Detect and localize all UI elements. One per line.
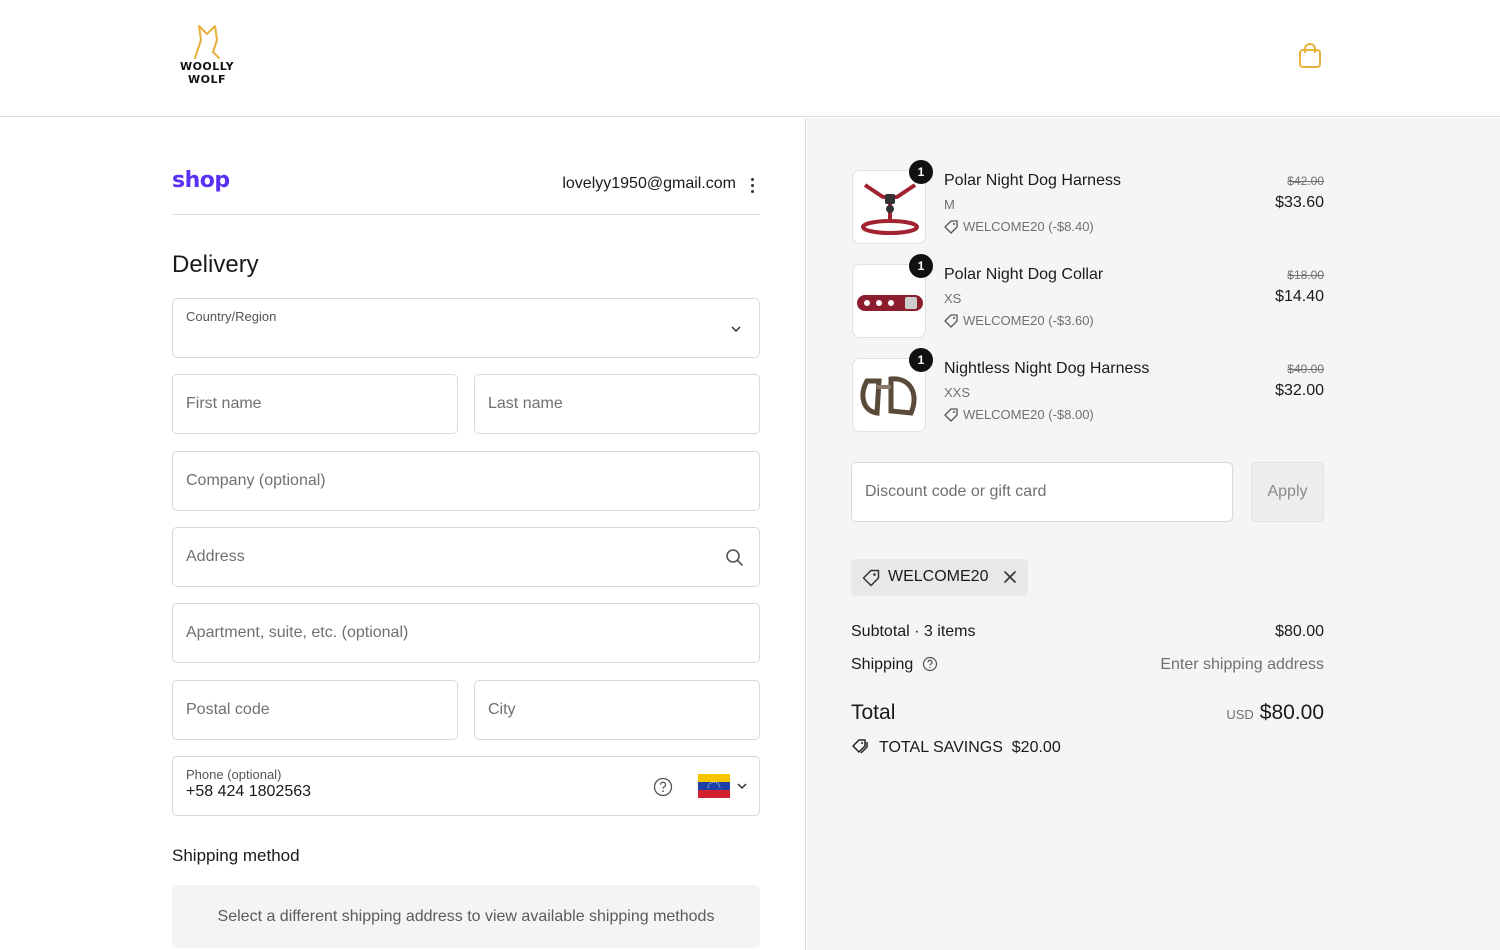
quantity-badge: 1 — [909, 254, 933, 278]
apply-button[interactable]: Apply — [1251, 462, 1324, 522]
shop-pay-logo[interactable]: shop — [172, 168, 230, 193]
item-name: Polar Night Dog Harness — [944, 172, 1121, 189]
item-discount-text: WELCOME20 (-$3.60) — [963, 313, 1094, 328]
shipping-label-wrap: Shipping — [851, 656, 938, 674]
total-savings: TOTAL SAVINGS $20.00 — [851, 738, 1061, 757]
phone-field[interactable]: Phone (optional) +58 424 1802563 — [172, 756, 760, 816]
original-price: $18.00 — [1287, 268, 1324, 282]
last-name-field[interactable]: Last name — [474, 374, 760, 434]
venezuela-flag-icon — [698, 774, 730, 798]
total-amount: USD $80.00 — [1226, 701, 1324, 725]
subtotal-value: $80.00 — [1275, 623, 1324, 640]
remove-discount-icon[interactable] — [1003, 570, 1017, 584]
chevron-down-icon — [731, 326, 741, 333]
total-label: Total — [851, 701, 896, 724]
item-price: $14.40 — [1275, 288, 1324, 305]
cart-item: 1 Polar Night Dog Harness M WELCOME20 (-… — [852, 160, 1324, 250]
discount-code-placeholder: Discount code or gift card — [865, 483, 1047, 500]
country-region-select[interactable]: Country/Region — [172, 298, 760, 358]
cart-item: 1 Polar Night Dog Collar XS WELCOME20 (-… — [852, 254, 1324, 344]
item-variant: XXS — [944, 385, 971, 400]
item-discount: WELCOME20 (-$8.00) — [944, 407, 1094, 422]
item-discount-text: WELCOME20 (-$8.40) — [963, 219, 1094, 234]
product-thumbnail: 1 — [852, 348, 933, 432]
tag-icon — [944, 220, 958, 234]
wolf-logo-icon — [194, 25, 220, 59]
quantity-badge: 1 — [909, 160, 933, 184]
first-name-field[interactable]: First name — [172, 374, 458, 434]
order-summary-column: 1 Polar Night Dog Harness M WELCOME20 (-… — [807, 118, 1500, 950]
postal-code-field[interactable]: Postal code — [172, 680, 458, 740]
shop-pay-bar: shop lovelyy1950@gmail.com — [172, 168, 760, 215]
item-price: $33.60 — [1275, 194, 1324, 211]
tag-icon — [944, 314, 958, 328]
total-currency: USD — [1226, 707, 1254, 722]
help-circle-icon[interactable] — [653, 777, 673, 797]
logo-text-line1: WOOLLY — [179, 60, 235, 73]
account-email: lovelyy1950@gmail.com — [562, 175, 736, 192]
country-region-label: Country/Region — [186, 309, 277, 324]
product-thumbnail: 1 — [852, 254, 933, 338]
phone-country-select[interactable] — [698, 774, 750, 800]
phone-label: Phone (optional) — [186, 767, 282, 782]
delivery-heading: Delivery — [172, 251, 259, 278]
item-name: Nightless Night Dog Harness — [944, 360, 1150, 377]
tag-icon — [862, 569, 880, 587]
store-logo[interactable]: WOOLLY WOLF — [178, 22, 236, 92]
search-icon — [726, 549, 743, 566]
address-placeholder: Address — [186, 548, 245, 565]
item-discount-text: WELCOME20 (-$8.00) — [963, 407, 1094, 422]
discount-code-input[interactable]: Discount code or gift card — [851, 462, 1233, 522]
apartment-placeholder: Apartment, suite, etc. (optional) — [186, 624, 409, 641]
product-thumbnail: 1 — [852, 160, 933, 244]
last-name-placeholder: Last name — [488, 395, 563, 412]
item-discount: WELCOME20 (-$8.40) — [944, 219, 1094, 234]
shipping-method-notice: Select a different shipping address to v… — [172, 885, 760, 948]
shipping-label: Shipping — [851, 656, 914, 673]
applied-discount-chip: WELCOME20 — [851, 559, 1028, 596]
more-options-icon[interactable] — [746, 176, 758, 194]
savings-label: TOTAL SAVINGS — [879, 739, 1003, 756]
logo-text-line2: WOLF — [187, 73, 226, 86]
company-field[interactable]: Company (optional) — [172, 451, 760, 511]
tag-icon — [944, 408, 958, 422]
item-price: $32.00 — [1275, 382, 1324, 399]
savings-value: $20.00 — [1011, 739, 1061, 756]
address-field[interactable]: Address — [172, 527, 760, 587]
quantity-badge: 1 — [909, 348, 933, 372]
item-discount: WELCOME20 (-$3.60) — [944, 313, 1094, 328]
tags-icon — [852, 739, 868, 754]
shipping-value: Enter shipping address — [1160, 656, 1324, 673]
subtotal-label: Subtotal · 3 items — [851, 623, 976, 640]
help-circle-icon[interactable] — [922, 656, 938, 672]
item-name: Polar Night Dog Collar — [944, 266, 1104, 283]
header: WOOLLY WOLF — [0, 0, 1500, 117]
applied-code-text: WELCOME20 — [888, 568, 989, 585]
total-value: $80.00 — [1259, 701, 1324, 724]
original-price: $42.00 — [1287, 174, 1324, 188]
city-field[interactable]: City — [474, 680, 760, 740]
item-variant: M — [944, 197, 955, 212]
item-variant: XS — [944, 291, 962, 306]
total-row: Total USD $80.00 — [851, 701, 1324, 731]
company-placeholder: Company (optional) — [186, 472, 326, 489]
shopping-bag-icon[interactable] — [1297, 42, 1323, 70]
apartment-field[interactable]: Apartment, suite, etc. (optional) — [172, 603, 760, 663]
city-placeholder: City — [488, 701, 516, 718]
first-name-placeholder: First name — [186, 395, 262, 412]
chevron-down-icon — [737, 783, 747, 790]
cart-item: 1 Nightless Night Dog Harness XXS WELCOM… — [852, 348, 1324, 438]
original-price: $40.00 — [1287, 362, 1324, 376]
shipping-method-heading: Shipping method — [172, 846, 300, 865]
phone-value: +58 424 1802563 — [186, 783, 312, 800]
postal-code-placeholder: Postal code — [186, 701, 270, 718]
checkout-form-column: shop lovelyy1950@gmail.com Delivery Coun… — [0, 118, 806, 950]
